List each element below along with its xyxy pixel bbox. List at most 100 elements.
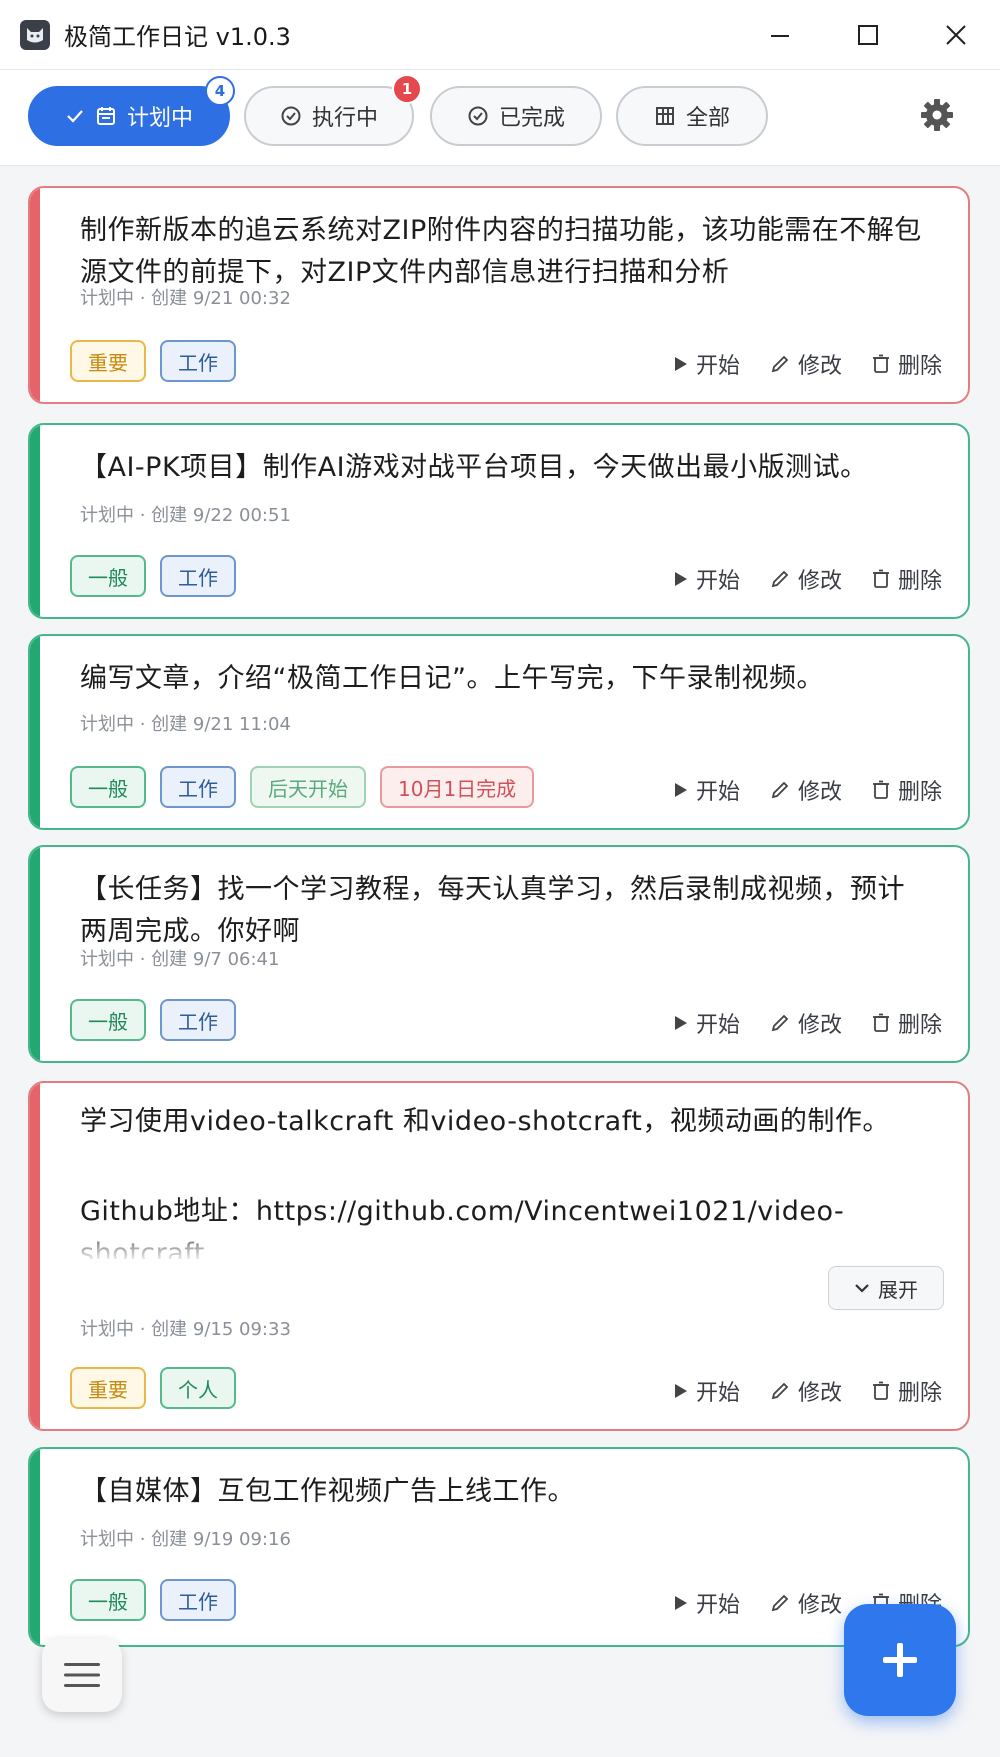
tab-planned-badge: 4 xyxy=(205,76,235,106)
tab-in-progress[interactable]: 执行中 xyxy=(244,86,414,146)
start-button[interactable]: 开始 xyxy=(674,774,740,806)
check-icon xyxy=(67,110,83,123)
trash-icon xyxy=(872,354,889,373)
tab-in-progress-badge: 1 xyxy=(392,74,422,104)
play-icon xyxy=(674,357,687,371)
task-card[interactable]: 制作新版本的追云系统对ZIP附件内容的扫描功能，该功能需在不解包源文件的前提下，… xyxy=(28,186,970,404)
pencil-icon xyxy=(771,1382,789,1400)
start-button[interactable]: 开始 xyxy=(674,1587,740,1619)
plus-icon xyxy=(883,1643,917,1677)
settings-button[interactable] xyxy=(912,90,962,140)
clock-check-icon xyxy=(281,106,301,126)
task-title: 制作新版本的追云系统对ZIP附件内容的扫描功能，该功能需在不解包源文件的前提下，… xyxy=(80,215,922,288)
play-icon xyxy=(674,572,687,586)
trash-icon xyxy=(872,1381,889,1400)
play-icon xyxy=(674,1596,687,1610)
maximize-icon xyxy=(858,25,878,45)
tag-category: 工作 xyxy=(160,340,236,382)
tag-category: 工作 xyxy=(160,999,236,1041)
close-icon xyxy=(946,25,966,45)
tag-priority: 一般 xyxy=(70,555,146,597)
task-list[interactable]: 制作新版本的追云系统对ZIP附件内容的扫描功能，该功能需在不解包源文件的前提下，… xyxy=(0,166,1000,1757)
tag-due-date: 10月1日完成 xyxy=(380,766,535,808)
menu-button[interactable] xyxy=(42,1638,122,1712)
task-meta: 计划中 · 创建 9/21 11:04 xyxy=(80,714,291,735)
minimize-icon xyxy=(771,35,789,37)
task-card[interactable]: 【AI-PK项目】制作AI游戏对战平台项目，今天做出最小版测试。 计划中 · 创… xyxy=(28,423,970,619)
task-title: 【自媒体】互包工作视频广告上线工作。 xyxy=(80,1476,575,1507)
expand-button[interactable]: 展开 xyxy=(828,1266,944,1310)
task-card[interactable]: 【长任务】找一个学习教程，每天认真学习，然后录制成视频，预计两周完成。你好啊 计… xyxy=(28,845,970,1063)
task-meta: 计划中 · 创建 9/21 00:32 xyxy=(80,288,291,309)
tab-all[interactable]: 全部 xyxy=(616,86,768,146)
tag-category: 个人 xyxy=(160,1367,236,1409)
add-task-button[interactable] xyxy=(844,1604,956,1716)
play-icon xyxy=(674,783,687,797)
tag-category: 工作 xyxy=(160,1579,236,1621)
trash-icon xyxy=(872,1013,889,1032)
close-button[interactable] xyxy=(912,0,1000,70)
edit-button[interactable]: 修改 xyxy=(770,348,842,380)
task-card[interactable]: 学习使用video-talkcraft 和video-shotcraft，视频动… xyxy=(28,1081,970,1431)
delete-button[interactable]: 删除 xyxy=(872,1375,942,1407)
priority-bar xyxy=(30,188,40,402)
task-meta: 计划中 · 创建 9/22 00:51 xyxy=(80,505,291,526)
text-fade-overlay xyxy=(60,1223,938,1263)
start-button[interactable]: 开始 xyxy=(674,563,740,595)
tab-planned[interactable]: 计划中 xyxy=(28,86,230,146)
tab-bar: 计划中 4 执行中 1 已完成 全部 xyxy=(0,70,1000,166)
trash-icon xyxy=(872,780,889,799)
gear-icon xyxy=(921,99,953,131)
hamburger-menu-icon xyxy=(64,1663,100,1687)
pencil-icon xyxy=(771,570,789,588)
task-meta: 计划中 · 创建 9/7 06:41 xyxy=(80,949,280,970)
edit-button[interactable]: 修改 xyxy=(770,1587,842,1619)
tab-all-label: 全部 xyxy=(685,106,730,131)
tag-priority: 重要 xyxy=(70,1367,146,1409)
play-icon xyxy=(674,1016,687,1030)
edit-button[interactable]: 修改 xyxy=(770,1375,842,1407)
edit-button[interactable]: 修改 xyxy=(770,563,842,595)
chevron-down-icon xyxy=(855,1284,869,1293)
start-button[interactable]: 开始 xyxy=(674,1375,740,1407)
tag-priority: 一般 xyxy=(70,999,146,1041)
tab-planned-label: 计划中 xyxy=(126,106,193,131)
calendar-icon xyxy=(96,107,115,125)
edit-button[interactable]: 修改 xyxy=(770,1007,842,1039)
task-meta: 计划中 · 创建 9/19 09:16 xyxy=(80,1529,291,1550)
delete-button[interactable]: 删除 xyxy=(872,1007,942,1039)
task-title: 编写文章，介绍“极简工作日记”。上午写完，下午录制视频。 xyxy=(80,663,824,694)
delete-button[interactable]: 删除 xyxy=(872,563,942,595)
pencil-icon xyxy=(771,781,789,799)
tag-priority: 一般 xyxy=(70,1579,146,1621)
task-card[interactable]: 【自媒体】互包工作视频广告上线工作。 计划中 · 创建 9/19 09:16 一… xyxy=(28,1447,970,1647)
delete-button[interactable]: 删除 xyxy=(872,774,942,806)
start-button[interactable]: 开始 xyxy=(674,348,740,380)
tag-start-date: 后天开始 xyxy=(250,766,366,808)
minimize-button[interactable] xyxy=(736,0,824,70)
task-card[interactable]: 编写文章，介绍“极简工作日记”。上午写完，下午录制视频。 计划中 · 创建 9/… xyxy=(28,634,970,830)
edit-button[interactable]: 修改 xyxy=(770,774,842,806)
tag-priority: 重要 xyxy=(70,340,146,382)
check-circle-icon xyxy=(468,106,488,126)
trash-icon xyxy=(872,569,889,588)
play-icon xyxy=(674,1384,687,1398)
delete-button[interactable]: 删除 xyxy=(872,348,942,380)
tab-done-label: 已完成 xyxy=(498,106,565,131)
maximize-button[interactable] xyxy=(824,0,912,70)
task-meta: 计划中 · 创建 9/15 09:33 xyxy=(80,1319,291,1340)
priority-bar xyxy=(30,1449,40,1645)
pencil-icon xyxy=(771,1594,789,1612)
pencil-icon xyxy=(771,1014,789,1032)
grid-icon xyxy=(655,107,674,125)
tab-done[interactable]: 已完成 xyxy=(430,86,602,146)
task-title: 【AI-PK项目】制作AI游戏对战平台项目，今天做出最小版测试。 xyxy=(80,452,868,483)
tag-category: 工作 xyxy=(160,766,236,808)
start-button[interactable]: 开始 xyxy=(674,1007,740,1039)
pencil-icon xyxy=(771,355,789,373)
priority-bar xyxy=(30,847,40,1061)
tag-category: 工作 xyxy=(160,555,236,597)
priority-bar xyxy=(30,636,40,828)
window-title: 极简工作日记 v1.0.3 xyxy=(64,23,291,51)
tab-in-progress-label: 执行中 xyxy=(311,106,378,131)
